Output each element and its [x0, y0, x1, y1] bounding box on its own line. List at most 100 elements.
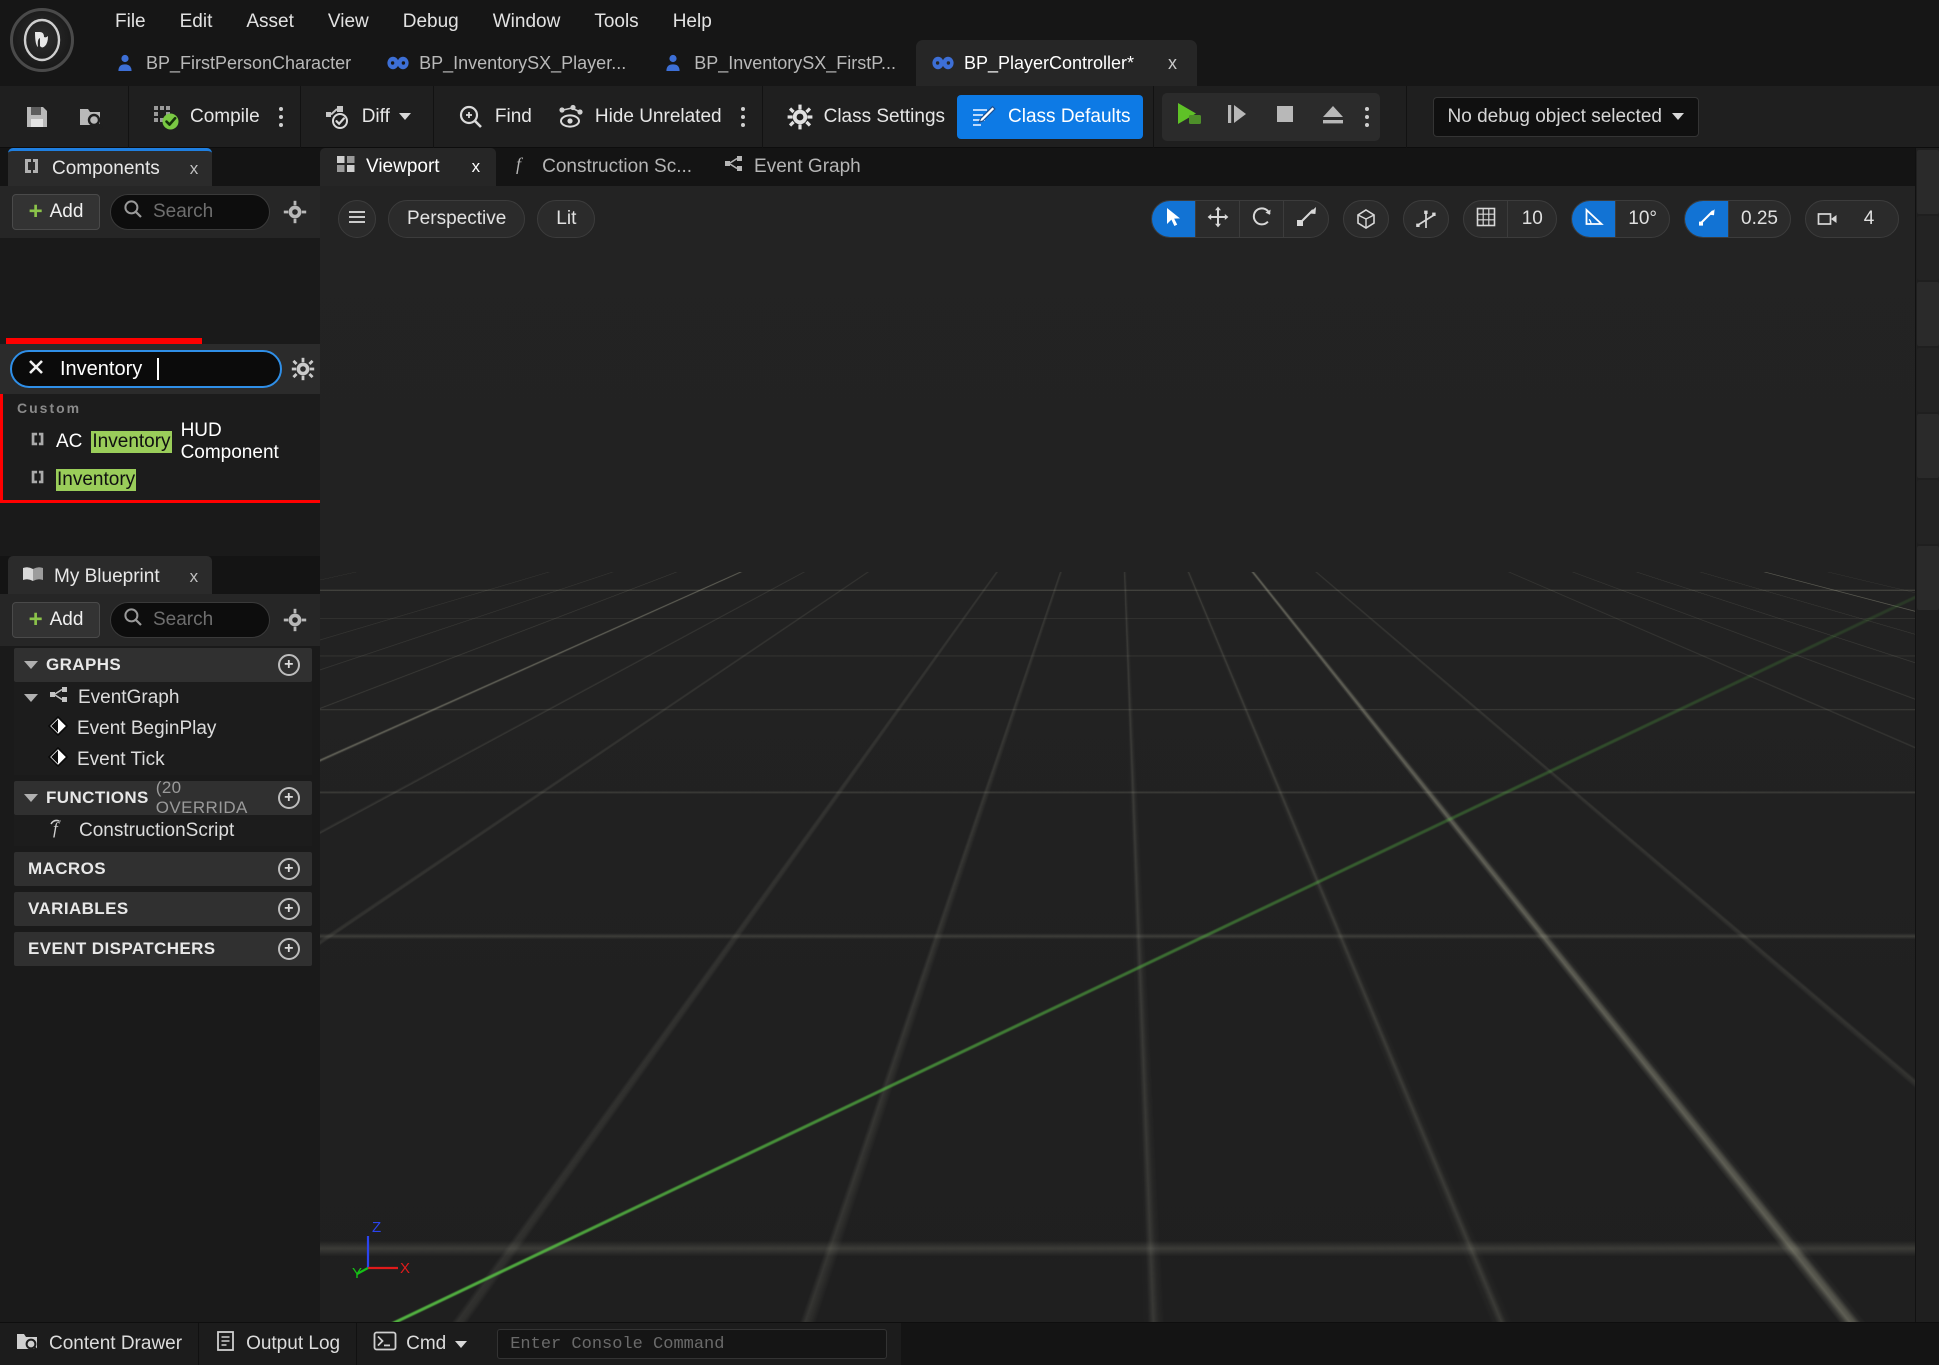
- tab-viewport[interactable]: Viewport x: [320, 148, 497, 186]
- x-clear-icon[interactable]: [26, 357, 46, 381]
- tree-section-variables[interactable]: VARIABLES +: [14, 892, 312, 926]
- tree-row-constructionscript[interactable]: f ConstructionScript: [14, 815, 312, 846]
- sidebar-chip[interactable]: [1917, 216, 1939, 280]
- diff-button[interactable]: Diff: [311, 95, 423, 139]
- tab-event-graph[interactable]: Event Graph: [708, 148, 877, 186]
- scale-tool-button[interactable]: [1284, 201, 1328, 237]
- document-tab-bp-playercontroller[interactable]: BP_PlayerController* x: [915, 40, 1198, 86]
- camera-speed-icon[interactable]: [1806, 201, 1850, 237]
- menu-view[interactable]: View: [311, 6, 386, 37]
- select-tool-button[interactable]: [1152, 201, 1197, 237]
- browse-content-button[interactable]: [64, 95, 118, 139]
- sidebar-chip[interactable]: [1917, 348, 1939, 412]
- content-drawer-button[interactable]: Content Drawer: [0, 1322, 200, 1365]
- plus-circle-icon[interactable]: +: [278, 654, 300, 676]
- components-add-button[interactable]: + Add: [12, 194, 100, 230]
- grid-snap-toggle[interactable]: [1464, 201, 1509, 237]
- angle-snap-toggle[interactable]: [1572, 201, 1617, 237]
- panel-tab-components[interactable]: Components x: [8, 148, 213, 186]
- unreal-engine-logo-icon[interactable]: [10, 8, 74, 72]
- tree-row-eventgraph[interactable]: EventGraph: [14, 682, 312, 713]
- plus-circle-icon[interactable]: +: [278, 858, 300, 880]
- chevron-down-icon[interactable]: [24, 661, 38, 669]
- world-axis-icon[interactable]: [1344, 201, 1388, 237]
- debug-object-select[interactable]: No debug object selected: [1432, 96, 1699, 137]
- viewport-options-button[interactable]: [338, 200, 376, 238]
- plus-circle-icon[interactable]: +: [278, 787, 300, 809]
- components-search-input[interactable]: Search: [110, 194, 270, 230]
- tree-row-event-beginplay[interactable]: Event BeginPlay: [14, 713, 312, 744]
- angle-snap-value[interactable]: 10°: [1616, 201, 1669, 237]
- close-icon[interactable]: x: [1168, 53, 1177, 74]
- close-icon[interactable]: x: [472, 157, 481, 177]
- plus-circle-icon[interactable]: +: [278, 898, 300, 920]
- close-icon[interactable]: x: [190, 159, 199, 179]
- document-tab-bp-inventorysx-firstp[interactable]: BP_InventorySX_FirstP...: [646, 40, 916, 86]
- local-axis-icon[interactable]: [1404, 201, 1448, 237]
- sidebar-chip[interactable]: [1917, 282, 1939, 346]
- menu-file[interactable]: File: [98, 6, 163, 37]
- menu-edit[interactable]: Edit: [163, 6, 230, 37]
- stop-button[interactable]: [1262, 96, 1308, 138]
- output-log-button[interactable]: Output Log: [199, 1322, 358, 1365]
- components-popup-settings-button[interactable]: [288, 354, 318, 384]
- right-sidebar-strip[interactable]: [1915, 148, 1939, 1322]
- class-defaults-button[interactable]: Class Defaults: [957, 94, 1143, 139]
- menu-window[interactable]: Window: [476, 6, 578, 37]
- sidebar-chip[interactable]: [1917, 150, 1939, 214]
- document-tab-bp-firstpersoncharacter[interactable]: BP_FirstPersonCharacter: [98, 40, 371, 86]
- tree-section-macros[interactable]: MACROS +: [14, 852, 312, 886]
- sidebar-chip[interactable]: [1917, 414, 1939, 478]
- find-button[interactable]: Find: [444, 95, 544, 139]
- rotate-tool-button[interactable]: [1240, 201, 1285, 237]
- document-tab-bp-inventorysx-player[interactable]: BP_InventorySX_Player...: [371, 40, 646, 86]
- save-button[interactable]: [10, 95, 64, 139]
- my-blueprint-add-button[interactable]: + Add: [12, 602, 100, 638]
- tree-section-functions[interactable]: FUNCTIONS (20 OVERRIDA +: [14, 778, 312, 817]
- tree-section-label: GRAPHS: [46, 655, 122, 674]
- eject-button[interactable]: [1310, 96, 1356, 138]
- close-icon[interactable]: x: [190, 567, 199, 587]
- menu-tools[interactable]: Tools: [577, 6, 655, 37]
- grid-snap-value[interactable]: 10: [1508, 201, 1556, 237]
- viewport-3d-canvas[interactable]: Perspective Lit 10 10° 0.25 4 Z X Y: [320, 186, 1915, 1322]
- hide-unrelated-button[interactable]: Hide Unrelated: [544, 95, 734, 139]
- text-caret: [157, 358, 160, 380]
- panel-tab-my-blueprint[interactable]: My Blueprint x: [8, 556, 213, 594]
- compile-button[interactable]: Compile: [139, 95, 272, 139]
- sidebar-chip[interactable]: [1917, 480, 1939, 544]
- my-blueprint-settings-button[interactable]: [280, 605, 310, 635]
- camera-speed-value[interactable]: 4: [1850, 201, 1898, 237]
- plus-circle-icon[interactable]: +: [278, 938, 300, 960]
- sidebar-chip[interactable]: [1917, 546, 1939, 610]
- scale-snap-value[interactable]: 0.25: [1729, 201, 1790, 237]
- menu-asset[interactable]: Asset: [229, 6, 311, 37]
- compile-options-kebab-icon[interactable]: [272, 102, 290, 132]
- my-blueprint-search-input[interactable]: Search: [110, 602, 270, 638]
- viewport-view-mode-button[interactable]: Perspective: [388, 200, 526, 238]
- scale-snap-toggle[interactable]: [1685, 201, 1730, 237]
- components-popup-result-item-inventory[interactable]: Inventory: [3, 466, 323, 494]
- play-options-kebab-icon[interactable]: [1358, 102, 1376, 132]
- tab-construction-script[interactable]: f Construction Sc...: [496, 148, 708, 186]
- cmd-button[interactable]: Cmd: [357, 1323, 483, 1365]
- translate-tool-button[interactable]: [1196, 201, 1241, 237]
- class-settings-button[interactable]: Class Settings: [773, 95, 957, 139]
- components-popup-result-item-ac-inventory-hud[interactable]: AC Inventory HUD Component: [3, 418, 323, 466]
- menu-help[interactable]: Help: [656, 6, 729, 37]
- tree-section-event-dispatchers[interactable]: EVENT DISPATCHERS +: [14, 932, 312, 966]
- chevron-down-icon[interactable]: [24, 693, 38, 702]
- world-coordinate-button[interactable]: [1343, 200, 1390, 238]
- step-button[interactable]: [1214, 96, 1260, 138]
- tree-section-graphs[interactable]: GRAPHS +: [14, 648, 312, 682]
- chevron-down-icon[interactable]: [24, 794, 38, 802]
- menu-debug[interactable]: Debug: [386, 6, 476, 37]
- components-settings-button[interactable]: [280, 197, 310, 227]
- console-command-input[interactable]: Enter Console Command: [497, 1329, 888, 1359]
- local-coordinate-button[interactable]: [1403, 200, 1450, 238]
- hide-unrelated-options-kebab-icon[interactable]: [734, 102, 752, 132]
- play-button[interactable]: [1166, 96, 1212, 138]
- tree-row-event-tick[interactable]: Event Tick: [14, 744, 312, 775]
- viewport-lighting-mode-button[interactable]: Lit: [537, 200, 596, 238]
- components-popup-search-input[interactable]: Inventory: [10, 350, 282, 388]
